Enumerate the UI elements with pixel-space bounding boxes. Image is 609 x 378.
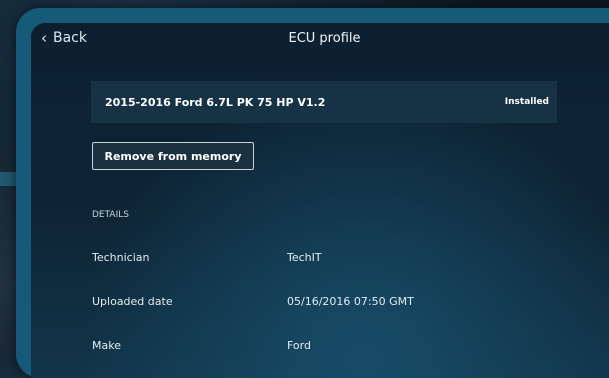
status-badge: Installed <box>504 97 549 107</box>
header-bar: ‹ Back ECU profile <box>31 23 609 63</box>
page-title: ECU profile <box>288 31 361 46</box>
ecu-profile-row[interactable]: 2015-2016 Ford 6.7L PK 75 HP V1.2 Instal… <box>91 81 557 123</box>
device-frame: ‹ Back ECU profile 2015-2016 Ford 6.7L P… <box>16 8 609 378</box>
detail-label: Technician <box>92 251 150 264</box>
details-section-label: DETAILS <box>92 210 129 220</box>
detail-label: Make <box>92 339 121 352</box>
remove-from-memory-button[interactable]: Remove from memory <box>92 142 254 170</box>
detail-row-uploaded-date: Uploaded date 05/16/2016 07:50 GMT <box>92 295 552 311</box>
detail-value: 05/16/2016 07:50 GMT <box>287 295 414 308</box>
profile-name: 2015-2016 Ford 6.7L PK 75 HP V1.2 <box>105 95 326 109</box>
detail-row-technician: Technician TechIT <box>92 251 552 267</box>
detail-label: Uploaded date <box>92 295 173 308</box>
app-screen: ‹ Back ECU profile 2015-2016 Ford 6.7L P… <box>31 23 609 378</box>
detail-value: Ford <box>287 339 311 352</box>
detail-value: TechIT <box>287 251 322 264</box>
